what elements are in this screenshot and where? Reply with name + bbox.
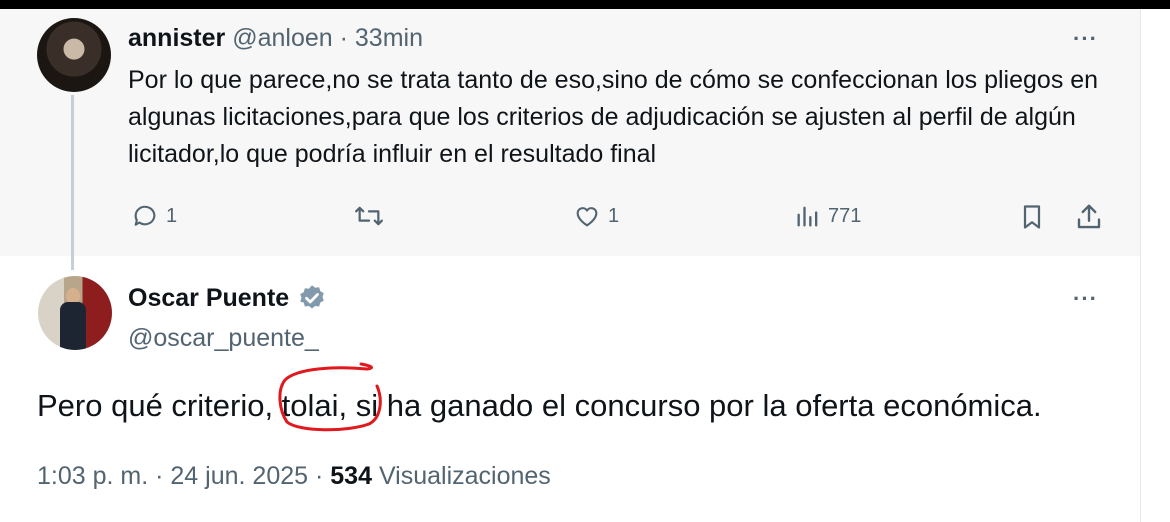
reply-reply-button[interactable]: 1	[130, 202, 177, 230]
verified-badge-icon	[300, 285, 324, 309]
reply-text: Por lo que parece,no se trata tanto de e…	[128, 66, 1099, 168]
red-circle-annotation	[278, 362, 382, 432]
reply-avatar[interactable]	[37, 18, 111, 92]
reply-author-handle[interactable]: @anloen	[232, 24, 332, 52]
main-author-handle[interactable]: @oscar_puente_	[128, 323, 319, 353]
meta-separator-2: ·	[314, 462, 324, 490]
main-tweet-text: Pero qué criterio, tolai, si ha ganado e…	[37, 388, 1042, 423]
top-black-bar	[0, 0, 1170, 9]
like-icon	[576, 207, 598, 227]
main-author[interactable]: Oscar Puente	[128, 283, 327, 313]
right-edge-panel	[1140, 9, 1170, 522]
bookmark-button[interactable]	[1018, 202, 1046, 232]
share-icon	[1077, 204, 1101, 229]
reply-separator: ·	[339, 24, 348, 52]
main-tweet-time[interactable]: 1:03 p. m.	[37, 462, 148, 490]
reply-count: 1	[166, 204, 178, 227]
thread-connector-line	[71, 95, 74, 270]
views-count: 771	[828, 204, 862, 227]
main-avatar[interactable]	[38, 276, 112, 350]
main-more-button[interactable]: ···	[1073, 286, 1098, 312]
meta-separator-1: ·	[155, 462, 164, 490]
reply-more-button[interactable]: ···	[1073, 26, 1098, 52]
reply-header: annister @anloen · 33min	[128, 23, 423, 53]
bookmark-icon	[1023, 205, 1041, 229]
like-count: 1	[608, 204, 620, 227]
avatar-suit-shape	[60, 302, 86, 350]
main-author-name[interactable]: Oscar Puente	[128, 283, 289, 313]
main-tweet-meta: 1:03 p. m. · 24 jun. 2025 · 534 Visualiz…	[37, 460, 551, 492]
reply-timestamp[interactable]: 33min	[355, 24, 423, 52]
retweet-button[interactable]	[352, 202, 386, 230]
reply-icon	[134, 205, 156, 226]
views-icon	[797, 206, 818, 227]
reply-author-name[interactable]: annister	[128, 24, 225, 52]
retweet-icon	[355, 206, 383, 226]
like-button[interactable]: 1	[572, 202, 619, 230]
share-button[interactable]	[1074, 202, 1104, 232]
views-button[interactable]: 771	[794, 202, 861, 230]
main-views-count: 534	[330, 462, 372, 490]
main-tweet-date[interactable]: 24 jun. 2025	[170, 462, 308, 490]
main-views-label: Visualizaciones	[378, 462, 551, 490]
